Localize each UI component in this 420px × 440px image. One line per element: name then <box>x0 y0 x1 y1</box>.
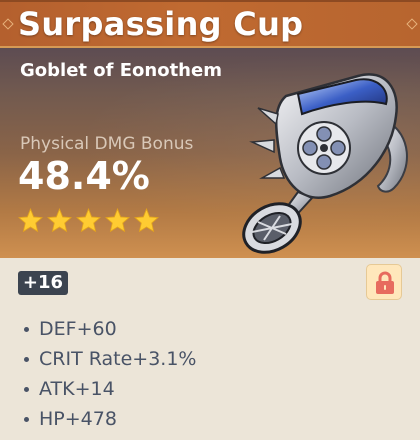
lock-button[interactable] <box>366 264 402 300</box>
rarity-stars <box>18 208 159 233</box>
main-stat-value: 48.4% <box>18 154 150 198</box>
header-ornament-right <box>406 18 418 30</box>
bullet-icon <box>24 416 29 422</box>
star-icon <box>134 208 159 233</box>
artifact-header: Surpassing Cup <box>0 0 420 48</box>
artifact-slot-type: Goblet of Eonothem <box>20 60 222 81</box>
substat-item: HP+478 <box>18 404 196 434</box>
header-ornament-left <box>2 18 14 30</box>
lock-icon <box>376 271 394 294</box>
substat-label: ATK+14 <box>39 378 115 400</box>
artifact-hero-panel: Goblet of Eonothem Physical DMG Bonus 48… <box>0 48 420 258</box>
bullet-icon <box>24 386 29 392</box>
artifact-detail-card: Surpassing Cup Goblet of Eonothem Physic… <box>0 0 420 440</box>
star-icon <box>105 208 130 233</box>
bullet-icon <box>24 326 29 332</box>
substat-item: DEF+60 <box>18 314 196 344</box>
goblet-artifact-image <box>242 73 408 254</box>
substat-label: DEF+60 <box>39 318 117 340</box>
substat-list: DEF+60 CRIT Rate+3.1% ATK+14 HP+478 <box>18 314 196 434</box>
substat-label: HP+478 <box>39 408 117 430</box>
artifact-details: +16 DEF+60 CRIT Rate+3.1% ATK+14 HP+478 <box>0 258 420 440</box>
substat-label: CRIT Rate+3.1% <box>39 348 197 370</box>
main-stat-name: Physical DMG Bonus <box>20 134 194 154</box>
bullet-icon <box>24 356 29 362</box>
level-badge: +16 <box>18 271 68 295</box>
star-icon <box>47 208 72 233</box>
artifact-name: Surpassing Cup <box>18 5 304 43</box>
star-icon <box>18 208 43 233</box>
substat-item: CRIT Rate+3.1% <box>18 344 196 374</box>
substat-item: ATK+14 <box>18 374 196 404</box>
star-icon <box>76 208 101 233</box>
